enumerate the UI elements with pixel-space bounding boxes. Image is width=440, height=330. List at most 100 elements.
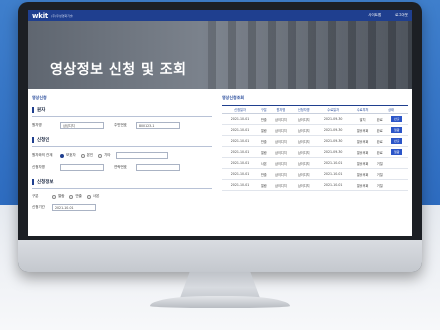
table-row[interactable]: 2021-10-01 반출 삼이디지 삼이디지 2021-09-30 발치 완료 반출	[222, 113, 408, 125]
radio-label: 열람	[58, 194, 65, 198]
group-request-title: 신청정보	[37, 180, 54, 185]
app-logo[interactable]: wkit	[32, 12, 48, 20]
table-cell: 2021-10-01	[315, 179, 352, 191]
table-body: 2021-10-01 반출 삼이디지 삼이디지 2021-09-30 발치 완료 반출 2021…	[222, 113, 408, 191]
monitor-chin	[18, 240, 422, 272]
radio-dot	[86, 194, 91, 199]
hero-banner: 영상정보 신청 및 조회	[28, 21, 412, 89]
request-list: 영상신청조회 신청일자 구분 원자명 신청자명 수료일자 수료부처 상태 2021-10-0…	[222, 95, 408, 191]
type-label: 구분	[32, 194, 39, 198]
top-navigation: wkit (주)우성영화기술 사이트맵 로그아웃	[28, 10, 412, 21]
app-logo-subtitle: (주)우성영화기술	[51, 13, 73, 18]
table-cell: 완료	[374, 146, 386, 158]
relation-radio-guardian[interactable]: 보호자	[60, 153, 76, 158]
column-header: 수료일자	[315, 105, 352, 114]
row-action-cell: 반출	[385, 113, 408, 125]
table-cell: 삼이디지	[269, 179, 293, 191]
table-cell: 반출	[258, 135, 270, 147]
table-row[interactable]: 2021-10-01 열람 삼이디지 삼이디지 2021-10-01 열흘후회 거절	[222, 179, 408, 191]
table-cell: 열흘후회	[351, 146, 375, 158]
heading-bar	[32, 179, 34, 185]
column-header: 신청자명	[292, 105, 316, 114]
table-row[interactable]: 2021-10-01 열람 삼이디지 삼이디지 2021-09-30 열흘후회 완료 열람	[222, 146, 408, 158]
table-cell: 사본	[258, 157, 270, 169]
table-cell: 열흘후회	[351, 124, 375, 136]
table-cell: 완료	[374, 135, 386, 147]
relation-radio-self[interactable]: 본인	[80, 153, 94, 158]
column-header: 원자명	[269, 105, 293, 114]
table-cell: 삼이디지	[292, 157, 316, 169]
applicant-row: 신청자명 연락번호	[32, 164, 212, 171]
nav-sitemap-link[interactable]: 사이트맵	[368, 13, 381, 18]
row-action-cell	[385, 168, 408, 180]
nav-logout-link[interactable]: 로그아웃	[395, 13, 408, 18]
column-header: 구분	[258, 105, 270, 114]
heading-bar	[32, 137, 34, 143]
table-cell: 삼이디지	[292, 179, 316, 191]
table-row[interactable]: 2021-10-01 반출 삼이디지 삼이디지 2021-10-01 열흘후회 거절	[222, 168, 408, 180]
divider	[32, 146, 212, 147]
radio-dot	[69, 194, 74, 199]
divider	[32, 116, 212, 117]
table-cell: 2021-09-30	[315, 146, 352, 158]
period-row: 신청기간 2021-10-01	[32, 204, 212, 211]
request-form: 영상신청 원자 원자명 삼성디지 주민번호 800123-1 신청인 원자와의 …	[32, 95, 212, 211]
radio-label: 사본	[92, 194, 100, 198]
contact-field[interactable]	[136, 164, 180, 171]
relation-row: 원자와의 관계 보호자 본인 기타	[32, 152, 212, 159]
radio-dot	[80, 153, 85, 158]
type-radio-copy[interactable]: 사본	[86, 194, 100, 199]
relation-label: 원자와의 관계	[32, 153, 53, 157]
applicant-name-label: 신청자명	[32, 165, 45, 169]
table-cell: 2021-09-30	[315, 135, 352, 147]
applicant-name-field[interactable]	[60, 164, 104, 171]
type-radio-export[interactable]: 반출	[69, 194, 82, 199]
table-row[interactable]: 2021-10-01 사본 삼이디지 삼이디지 2021-10-01 열흘후회 거절	[222, 157, 408, 169]
column-header: 신청일자	[222, 105, 259, 114]
main-content: 영상신청 원자 원자명 삼성디지 주민번호 800123-1 신청인 원자와의 …	[28, 89, 412, 236]
nav-links: 사이트맵 로그아웃	[368, 13, 408, 18]
table-cell: 열람	[258, 179, 270, 191]
table-cell: 열흘후회	[351, 135, 375, 147]
type-radio-view[interactable]: 열람	[52, 194, 64, 199]
table-cell: 열람	[258, 124, 270, 136]
relation-other-field[interactable]	[115, 152, 168, 159]
table-row[interactable]: 2021-10-01 열람 삼이디지 삼이디지 2021-09-30 열흘후회 완료 열람	[222, 124, 408, 136]
row-action-button[interactable]: 열람	[390, 149, 403, 155]
type-row: 구분 열람 반출 사본	[32, 194, 212, 199]
monitor-screen: wkit (주)우성영화기술 사이트맵 로그아웃 영상정보 신청 및 조회 영상…	[28, 10, 412, 236]
radio-label: 본인	[86, 153, 94, 157]
request-table: 신청일자 구분 원자명 신청자명 수료일자 수료부처 상태 2021-10-01 반출 삼이디지…	[222, 105, 408, 191]
table-cell: 2021-10-01	[222, 168, 259, 180]
period-field[interactable]: 2021-10-01	[52, 204, 96, 211]
divider	[32, 188, 212, 189]
row-action-cell	[385, 179, 408, 191]
relation-radio-other[interactable]: 기타	[98, 153, 111, 158]
table-cell: 반출	[258, 168, 270, 180]
table-cell: 2021-10-01	[315, 168, 352, 180]
table-cell: 2021-10-01	[222, 146, 259, 158]
row-action-button[interactable]: 열람	[390, 127, 403, 133]
table-cell: 삼이디지	[292, 113, 316, 125]
table-cell: 삼이디지	[292, 168, 316, 180]
group-request-heading: 신청정보	[32, 179, 212, 185]
table-cell: 열람	[258, 146, 270, 158]
table-cell: 삼이디지	[292, 135, 316, 147]
radio-label: 보호자	[66, 153, 76, 157]
table-cell: 삼이디지	[269, 113, 293, 125]
radio-label: 기타	[104, 153, 111, 157]
table-header-row: 신청일자 구분 원자명 신청자명 수료일자 수료부처 상태	[222, 105, 408, 114]
heading-bar	[32, 107, 34, 113]
monitor-stand-base	[150, 296, 290, 308]
id-number-field[interactable]: 800123-1	[136, 122, 180, 129]
table-row[interactable]: 2021-10-01 반출 삼이디지 삼이디지 2021-09-30 열흘후회 완료 반출	[222, 135, 408, 147]
row-action-button[interactable]: 반출	[390, 116, 403, 122]
row-action-button[interactable]: 반출	[390, 138, 403, 144]
table-cell: 삼이디지	[269, 124, 293, 136]
table-cell: 열흘후회	[351, 179, 375, 191]
patient-name-field[interactable]: 삼성디지	[60, 122, 104, 129]
row-action-cell: 열람	[385, 146, 408, 158]
patient-row: 원자명 삼성디지 주민번호 800123-1	[32, 122, 212, 129]
table-cell: 2021-10-01	[222, 124, 259, 136]
table-cell: 2021-10-01	[222, 113, 259, 125]
